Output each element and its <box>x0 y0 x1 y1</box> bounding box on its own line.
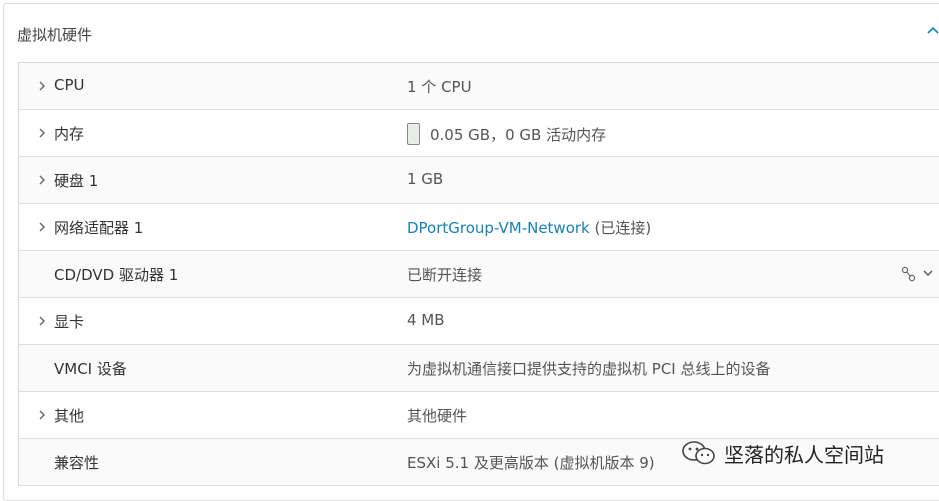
row-cpu[interactable]: CPU 1 个 CPU <box>19 63 939 110</box>
watermark: 坚落的私人空间站 <box>680 436 884 470</box>
row-value: 其他硬件 <box>407 407 468 425</box>
row-value: ESXi 5.1 及更高版本 (虚拟机版本 9) <box>407 454 655 472</box>
row-value-wrap: DPortGroup-VM-Network (已连接) <box>407 217 651 238</box>
row-label: 内存 <box>54 125 85 143</box>
chevron-right-icon[interactable] <box>35 126 49 140</box>
row-video-card[interactable]: 显卡 4 MB <box>19 298 939 345</box>
network-link[interactable]: DPortGroup-VM-Network <box>407 219 590 237</box>
chevron-up-icon[interactable] <box>925 22 939 38</box>
row-value-wrap: 0.05 GB，0 GB 活动内存 <box>407 123 606 145</box>
row-vmci-device: VMCI 设备 为虚拟机通信接口提供支持的虚拟机 PCI 总线上的设备 <box>19 345 939 392</box>
chevron-right-icon[interactable] <box>35 79 49 93</box>
chevron-right-icon[interactable] <box>35 173 49 187</box>
row-value: 1 GB <box>407 170 444 188</box>
connection-status: (已连接) <box>589 219 652 237</box>
row-value: 已断开连接 <box>407 266 483 284</box>
row-label: CD/DVD 驱动器 1 <box>54 266 179 284</box>
panel-title: 虚拟机硬件 <box>17 26 93 44</box>
memory-icon <box>407 123 420 145</box>
row-value: 1 个 CPU <box>407 78 472 96</box>
chevron-right-icon[interactable] <box>35 220 49 234</box>
row-value: 4 MB <box>407 311 445 329</box>
row-label: 兼容性 <box>54 454 100 472</box>
wechat-icon <box>682 441 715 465</box>
row-value: 为虚拟机通信接口提供支持的虚拟机 PCI 总线上的设备 <box>407 360 771 378</box>
row-label: CPU <box>54 76 85 94</box>
hardware-table: CPU 1 个 CPU 内存 0.05 GB，0 GB 活动内存 硬盘 1 1 … <box>18 62 939 486</box>
row-value: 0.05 GB，0 GB 活动内存 <box>430 126 607 144</box>
row-label: 网络适配器 1 <box>54 219 144 237</box>
row-other[interactable]: 其他 其他硬件 <box>19 392 939 439</box>
panel-header[interactable]: 虚拟机硬件 <box>4 4 939 64</box>
connect-icon[interactable] <box>897 265 937 283</box>
row-label: 其他 <box>54 407 85 425</box>
chevron-right-icon[interactable] <box>35 314 49 328</box>
watermark-text: 坚落的私人空间站 <box>724 442 884 467</box>
row-cd-dvd[interactable]: CD/DVD 驱动器 1 已断开连接 <box>19 251 939 298</box>
vm-hardware-panel: 虚拟机硬件 CPU 1 个 CPU 内存 0.05 GB，0 GB 活动内存 硬… <box>3 3 939 501</box>
row-network-adapter[interactable]: 网络适配器 1 DPortGroup-VM-Network (已连接) <box>19 204 939 251</box>
row-label: VMCI 设备 <box>54 360 127 378</box>
row-label: 显卡 <box>54 313 85 331</box>
row-memory[interactable]: 内存 0.05 GB，0 GB 活动内存 <box>19 110 939 157</box>
chevron-right-icon[interactable] <box>35 408 49 422</box>
row-label: 硬盘 1 <box>54 172 99 190</box>
row-hard-disk[interactable]: 硬盘 1 1 GB <box>19 157 939 204</box>
